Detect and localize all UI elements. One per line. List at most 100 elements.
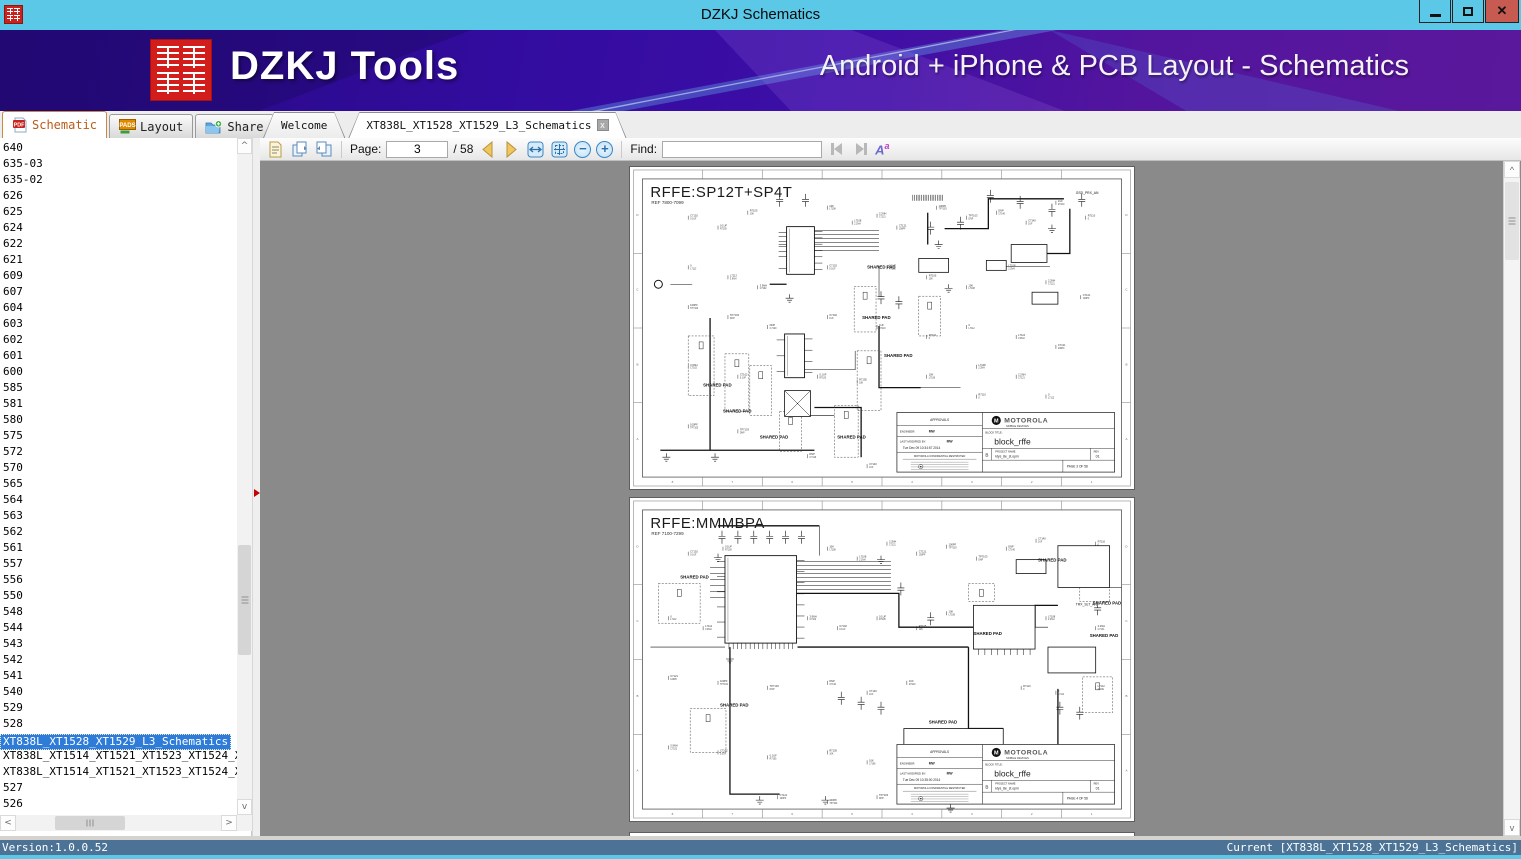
list-item[interactable]: 528 xyxy=(0,716,237,732)
maximize-button[interactable] xyxy=(1452,0,1484,23)
doc-tab-close-icon[interactable]: x xyxy=(596,119,609,131)
svg-text:C7102: C7102 xyxy=(720,748,728,752)
list-item[interactable]: 572 xyxy=(0,444,237,460)
list-item[interactable]: XT838L_XT1514_XT1521_XT1523_XT1524_XT1 xyxy=(0,748,237,764)
list-item[interactable]: 607 xyxy=(0,284,237,300)
scroll-up-icon[interactable]: ^ xyxy=(237,138,252,154)
list-item[interactable]: 563 xyxy=(0,508,237,524)
list-item[interactable]: 580 xyxy=(0,412,237,428)
list-item[interactable]: 604 xyxy=(0,300,237,316)
sidebar-vertical-scrollbar[interactable]: ^ v xyxy=(237,138,252,815)
minimize-button[interactable] xyxy=(1419,0,1451,23)
next-page-button[interactable] xyxy=(502,140,521,159)
list-item[interactable]: 541 xyxy=(0,668,237,684)
svg-text:REV: REV xyxy=(1094,782,1100,786)
list-item[interactable]: 635-02 xyxy=(0,172,237,188)
snapshot-button[interactable] xyxy=(290,140,309,159)
list-item[interactable]: 540 xyxy=(0,684,237,700)
tab-share[interactable]: Share xyxy=(195,114,274,138)
svg-text:L7108: L7108 xyxy=(854,219,862,223)
svg-text:MOTOROLA CONFIDENTIAL RESTRICT: MOTOROLA CONFIDENTIAL RESTRICTED xyxy=(914,454,965,458)
list-item[interactable]: 565 xyxy=(0,476,237,492)
list-item[interactable]: 603 xyxy=(0,316,237,332)
pdf-viewport[interactable]: 8 7 6 5 4 3 2 1 D D C C B B A A C7102 0.1UF 0.1UF R7105 R710… xyxy=(260,161,1521,836)
scroll-up-icon[interactable]: ^ xyxy=(1504,161,1520,178)
viewport-vertical-scrollbar[interactable]: ^ v xyxy=(1503,161,1520,836)
fit-page-button[interactable] xyxy=(550,140,569,159)
close-button[interactable]: ✕ xyxy=(1485,0,1519,23)
list-item[interactable]: 526 xyxy=(0,796,237,812)
svg-text:3.9NH: 3.9NH xyxy=(690,363,697,367)
zoom-in-button[interactable]: + xyxy=(596,140,614,158)
list-item[interactable]: 581 xyxy=(0,396,237,412)
list-item[interactable]: 624 xyxy=(0,220,237,236)
list-item[interactable]: 621 xyxy=(0,252,237,268)
list-item[interactable]: 626 xyxy=(0,188,237,204)
list-item[interactable]: 575 xyxy=(0,428,237,444)
zoom-out-button[interactable]: − xyxy=(574,140,592,158)
list-item[interactable]: 609 xyxy=(0,268,237,284)
previous-page-button[interactable] xyxy=(478,140,497,159)
list-item[interactable]: 557 xyxy=(0,556,237,572)
sidebar-horizontal-scrollbar[interactable]: < > xyxy=(0,815,237,831)
list-item[interactable]: 635-03 xyxy=(0,156,237,172)
list-item[interactable]: XT838L_XT1514_XT1521_XT1523_XT1524_XT1 xyxy=(0,764,237,780)
svg-text:C7121: C7121 xyxy=(1083,293,1091,297)
find-previous-button[interactable] xyxy=(827,140,846,159)
svg-text:R7105: R7105 xyxy=(879,619,886,621)
scrollbar-thumb[interactable] xyxy=(238,545,251,655)
svg-text:SHARED PAD: SHARED PAD xyxy=(680,575,709,580)
svg-text:REF 7100-7299: REF 7100-7299 xyxy=(651,531,684,536)
list-item[interactable]: 564 xyxy=(0,492,237,508)
page-number-input[interactable] xyxy=(386,140,449,158)
panel-splitter[interactable] xyxy=(252,138,260,836)
svg-text:DNP: DNP xyxy=(829,679,835,683)
match-case-icon[interactable]: Aa xyxy=(875,141,889,157)
list-item[interactable]: 602 xyxy=(0,332,237,348)
scroll-down-icon[interactable]: v xyxy=(1504,819,1520,836)
svg-text:100PF: 100PF xyxy=(949,543,957,547)
scroll-right-icon[interactable]: > xyxy=(221,815,237,831)
svg-text:0.1UF: 0.1UF xyxy=(725,545,732,549)
fit-width-button[interactable] xyxy=(526,140,545,159)
list-item[interactable]: 556 xyxy=(0,572,237,588)
find-next-button[interactable] xyxy=(851,140,870,159)
list-item[interactable]: 570 xyxy=(0,460,237,476)
list-item[interactable]: 548 xyxy=(0,604,237,620)
svg-text:SHARED PAD: SHARED PAD xyxy=(867,264,896,269)
list-item[interactable]: 625 xyxy=(0,204,237,220)
list-item[interactable]: 544 xyxy=(0,620,237,636)
svg-text:1UF: 1UF xyxy=(1028,224,1033,226)
scrollbar-thumb[interactable] xyxy=(1505,182,1519,260)
scroll-down-icon[interactable]: v xyxy=(237,799,252,815)
scrollbar-thumb[interactable] xyxy=(55,816,125,830)
maximize-icon xyxy=(1463,6,1473,16)
svg-text:PAGE 4 OF 58: PAGE 4 OF 58 xyxy=(1067,797,1088,801)
list-item[interactable]: 529 xyxy=(0,700,237,716)
copy-text-button[interactable] xyxy=(266,140,285,159)
tab-schematic[interactable]: PDF Schematic xyxy=(2,111,108,138)
find-input[interactable] xyxy=(662,140,823,158)
snapshot-prev-button[interactable] xyxy=(314,140,333,159)
doc-tab-welcome[interactable]: Welcome xyxy=(263,112,345,138)
doc-tab-current[interactable]: XT838L_XT1528_XT1529_L3_Schematics x xyxy=(348,112,626,138)
list-item[interactable]: 561 xyxy=(0,540,237,556)
svg-text:PAGE 3 OF 58: PAGE 3 OF 58 xyxy=(1067,465,1088,469)
svg-text:A: A xyxy=(1125,769,1127,773)
list-item[interactable]: 562 xyxy=(0,524,237,540)
list-item[interactable]: 601 xyxy=(0,348,237,364)
list-item[interactable]: 527 xyxy=(0,780,237,796)
scroll-left-icon[interactable]: < xyxy=(0,815,16,831)
list-item[interactable]: 600 xyxy=(0,364,237,380)
list-item[interactable]: 640 xyxy=(0,140,237,156)
svg-text:2: 2 xyxy=(1031,812,1033,816)
list-item[interactable]: 585 xyxy=(0,380,237,396)
svg-text:L7112: L7112 xyxy=(1048,398,1055,400)
svg-text:10K: 10K xyxy=(968,283,973,287)
list-item[interactable]: 622 xyxy=(0,236,237,252)
list-item[interactable]: 543 xyxy=(0,636,237,652)
svg-text:MW: MW xyxy=(929,761,936,765)
tab-layout[interactable]: PADS Layout xyxy=(109,114,194,138)
list-item[interactable]: 542 xyxy=(0,652,237,668)
list-item[interactable]: 550 xyxy=(0,588,237,604)
